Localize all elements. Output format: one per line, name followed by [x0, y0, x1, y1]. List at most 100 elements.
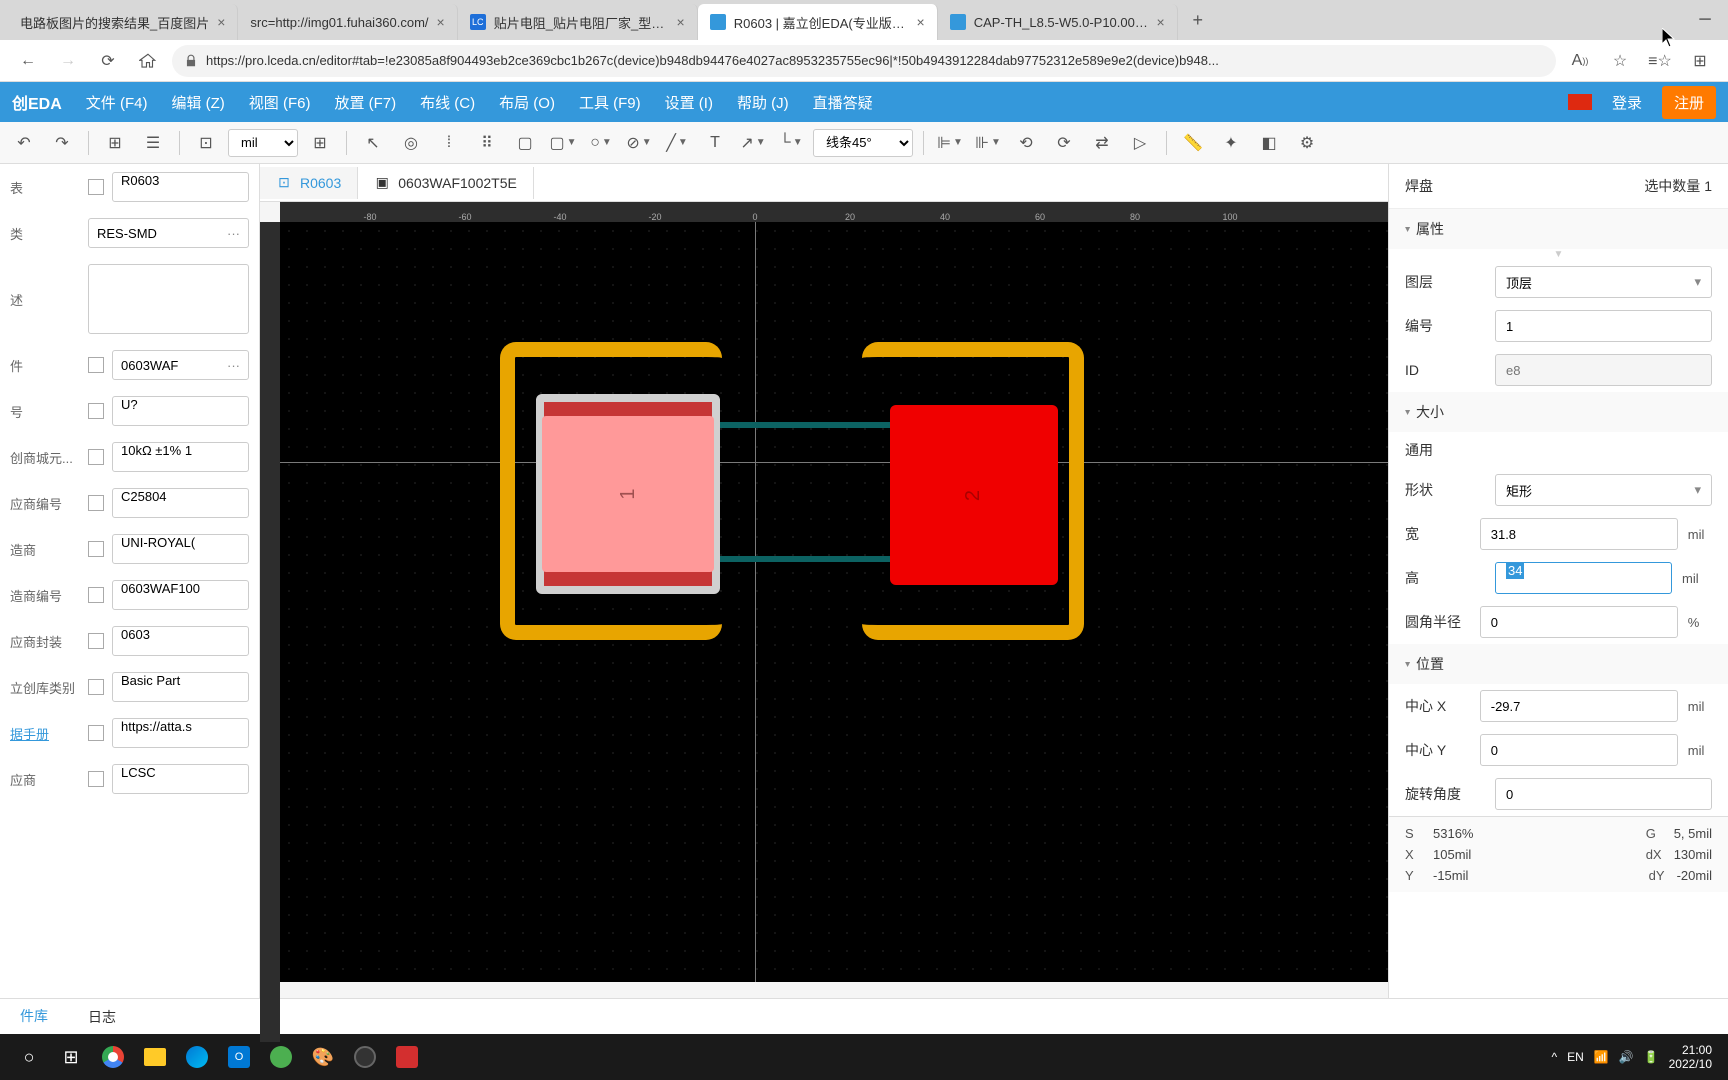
- refresh-button[interactable]: ⟳: [92, 45, 124, 77]
- checkbox[interactable]: [88, 403, 104, 419]
- supplier-input[interactable]: LCSC: [112, 764, 249, 794]
- menu-file[interactable]: 文件 (F4): [86, 92, 148, 113]
- checkbox[interactable]: [88, 495, 104, 511]
- checkbox[interactable]: [88, 541, 104, 557]
- pad-1[interactable]: 1: [536, 394, 720, 594]
- paint-icon[interactable]: 🎨: [302, 1036, 344, 1078]
- category-input[interactable]: RES-SMD···: [88, 218, 249, 248]
- menu-layout[interactable]: 布局 (O): [499, 92, 555, 113]
- browser-tab[interactable]: CAP-TH_L8.5-W5.0-P10.00-D0.6 ×: [938, 4, 1178, 40]
- sound-icon[interactable]: 🔊: [1619, 1050, 1634, 1064]
- chrome-icon[interactable]: [92, 1036, 134, 1078]
- new-tab-button[interactable]: +: [1182, 4, 1214, 36]
- language-indicator[interactable]: EN: [1567, 1050, 1584, 1064]
- settings-button[interactable]: ⚙: [1291, 127, 1323, 159]
- browser-tab[interactable]: LC 贴片电阻_贴片电阻厂家_型号_价 ×: [458, 4, 698, 40]
- collections-button[interactable]: ⊞: [1684, 45, 1716, 77]
- battery-icon[interactable]: 🔋: [1644, 1050, 1659, 1064]
- dots-tool[interactable]: ⠿: [471, 127, 503, 159]
- home-button[interactable]: [132, 45, 164, 77]
- shape-select[interactable]: 矩形▾: [1495, 474, 1712, 506]
- eraser-button[interactable]: ◧: [1253, 127, 1285, 159]
- flag-cn-icon[interactable]: [1568, 94, 1592, 110]
- explorer-icon[interactable]: [134, 1036, 176, 1078]
- via-tool[interactable]: ⁞: [433, 127, 465, 159]
- checkbox[interactable]: [88, 587, 104, 603]
- search-button[interactable]: ○: [8, 1036, 50, 1078]
- browser-tab[interactable]: R0603 | 嘉立创EDA(专业版) - V1 ×: [698, 4, 938, 40]
- close-icon[interactable]: ×: [677, 14, 685, 30]
- height-input[interactable]: 34: [1495, 562, 1672, 594]
- url-input[interactable]: https://pro.lceda.cn/editor#tab=!e23085a…: [172, 45, 1556, 77]
- checkbox[interactable]: [88, 179, 104, 195]
- tray-icon[interactable]: ^: [1551, 1050, 1557, 1064]
- datasheet-input[interactable]: https://atta.s: [112, 718, 249, 748]
- checkbox[interactable]: [88, 725, 104, 741]
- checkbox[interactable]: [88, 449, 104, 465]
- number-input[interactable]: [1495, 310, 1712, 342]
- app-icon[interactable]: [386, 1036, 428, 1078]
- lib-category-input[interactable]: Basic Part: [112, 672, 249, 702]
- section-attributes[interactable]: 属性: [1389, 209, 1728, 249]
- name-input[interactable]: R0603: [112, 172, 249, 202]
- clock[interactable]: 21:00 2022/10: [1669, 1043, 1720, 1071]
- cursor-tool[interactable]: ↖: [357, 127, 389, 159]
- centerx-input[interactable]: [1480, 690, 1678, 722]
- menu-settings[interactable]: 设置 (I): [665, 92, 713, 113]
- back-button[interactable]: ←: [12, 45, 44, 77]
- width-input[interactable]: [1480, 518, 1678, 550]
- close-icon[interactable]: ×: [437, 14, 445, 30]
- flip-v-button[interactable]: ▷: [1124, 127, 1156, 159]
- menu-place[interactable]: 放置 (F7): [334, 92, 396, 113]
- register-button[interactable]: 注册: [1662, 86, 1716, 119]
- canvas[interactable]: 1 2: [280, 222, 1388, 982]
- magic-button[interactable]: ✦: [1215, 127, 1247, 159]
- checkbox[interactable]: [88, 771, 104, 787]
- favorite-button[interactable]: ☆: [1604, 45, 1636, 77]
- designator-input[interactable]: U?: [112, 396, 249, 426]
- checkbox[interactable]: [88, 633, 104, 649]
- menu-live[interactable]: 直播答疑: [813, 92, 873, 113]
- manufacturer-input[interactable]: UNI-ROYAL(: [112, 534, 249, 564]
- radius-input[interactable]: [1480, 606, 1678, 638]
- no-tool[interactable]: ⊘▼: [623, 127, 655, 159]
- close-icon[interactable]: ×: [1157, 14, 1165, 30]
- angle-tool[interactable]: └▼: [775, 127, 807, 159]
- forward-button[interactable]: →: [52, 45, 84, 77]
- align-h-tool[interactable]: ⊫▼: [934, 127, 966, 159]
- close-icon[interactable]: ×: [917, 14, 925, 30]
- rotation-input[interactable]: [1495, 778, 1712, 810]
- manufacturer-part-input[interactable]: 0603WAF100: [112, 580, 249, 610]
- edge-icon[interactable]: [176, 1036, 218, 1078]
- menu-help[interactable]: 帮助 (J): [737, 92, 789, 113]
- close-icon[interactable]: ×: [217, 14, 225, 30]
- flip-h-button[interactable]: ⇄: [1086, 127, 1118, 159]
- checkbox[interactable]: [88, 679, 104, 695]
- ruler-button[interactable]: 📏: [1177, 127, 1209, 159]
- redo-button[interactable]: ↷: [46, 127, 78, 159]
- linestyle-select[interactable]: 线条45°: [813, 129, 913, 157]
- rounded-rect-tool[interactable]: ▢: [509, 127, 541, 159]
- dimension-tool[interactable]: ↗▼: [737, 127, 769, 159]
- list-button[interactable]: ☰: [137, 127, 169, 159]
- package-input[interactable]: 0603: [112, 626, 249, 656]
- supplier-part-input[interactable]: C25804: [112, 488, 249, 518]
- section-size[interactable]: 大小: [1389, 392, 1728, 432]
- obs-icon[interactable]: [344, 1036, 386, 1078]
- menu-route[interactable]: 布线 (C): [420, 92, 475, 113]
- doc-tab[interactable]: ▣ 0603WAF1002T5E: [358, 167, 534, 199]
- unit-select[interactable]: mil: [228, 129, 298, 157]
- tab-library[interactable]: 件库: [0, 998, 68, 1036]
- outlook-icon[interactable]: O: [218, 1036, 260, 1078]
- minimize-button[interactable]: ─: [1682, 0, 1728, 40]
- shape-tool[interactable]: ▢▼: [547, 127, 579, 159]
- task-view-button[interactable]: ⊞: [50, 1036, 92, 1078]
- wifi-icon[interactable]: 📶: [1594, 1050, 1609, 1064]
- login-button[interactable]: 登录: [1612, 92, 1642, 113]
- menu-view[interactable]: 视图 (F6): [249, 92, 311, 113]
- rotate-right-button[interactable]: ⟳: [1048, 127, 1080, 159]
- part-input[interactable]: 0603WAF···: [112, 350, 249, 380]
- undo-button[interactable]: ↶: [8, 127, 40, 159]
- menu-tools[interactable]: 工具 (F9): [579, 92, 641, 113]
- value-input[interactable]: 10kΩ ±1% 1: [112, 442, 249, 472]
